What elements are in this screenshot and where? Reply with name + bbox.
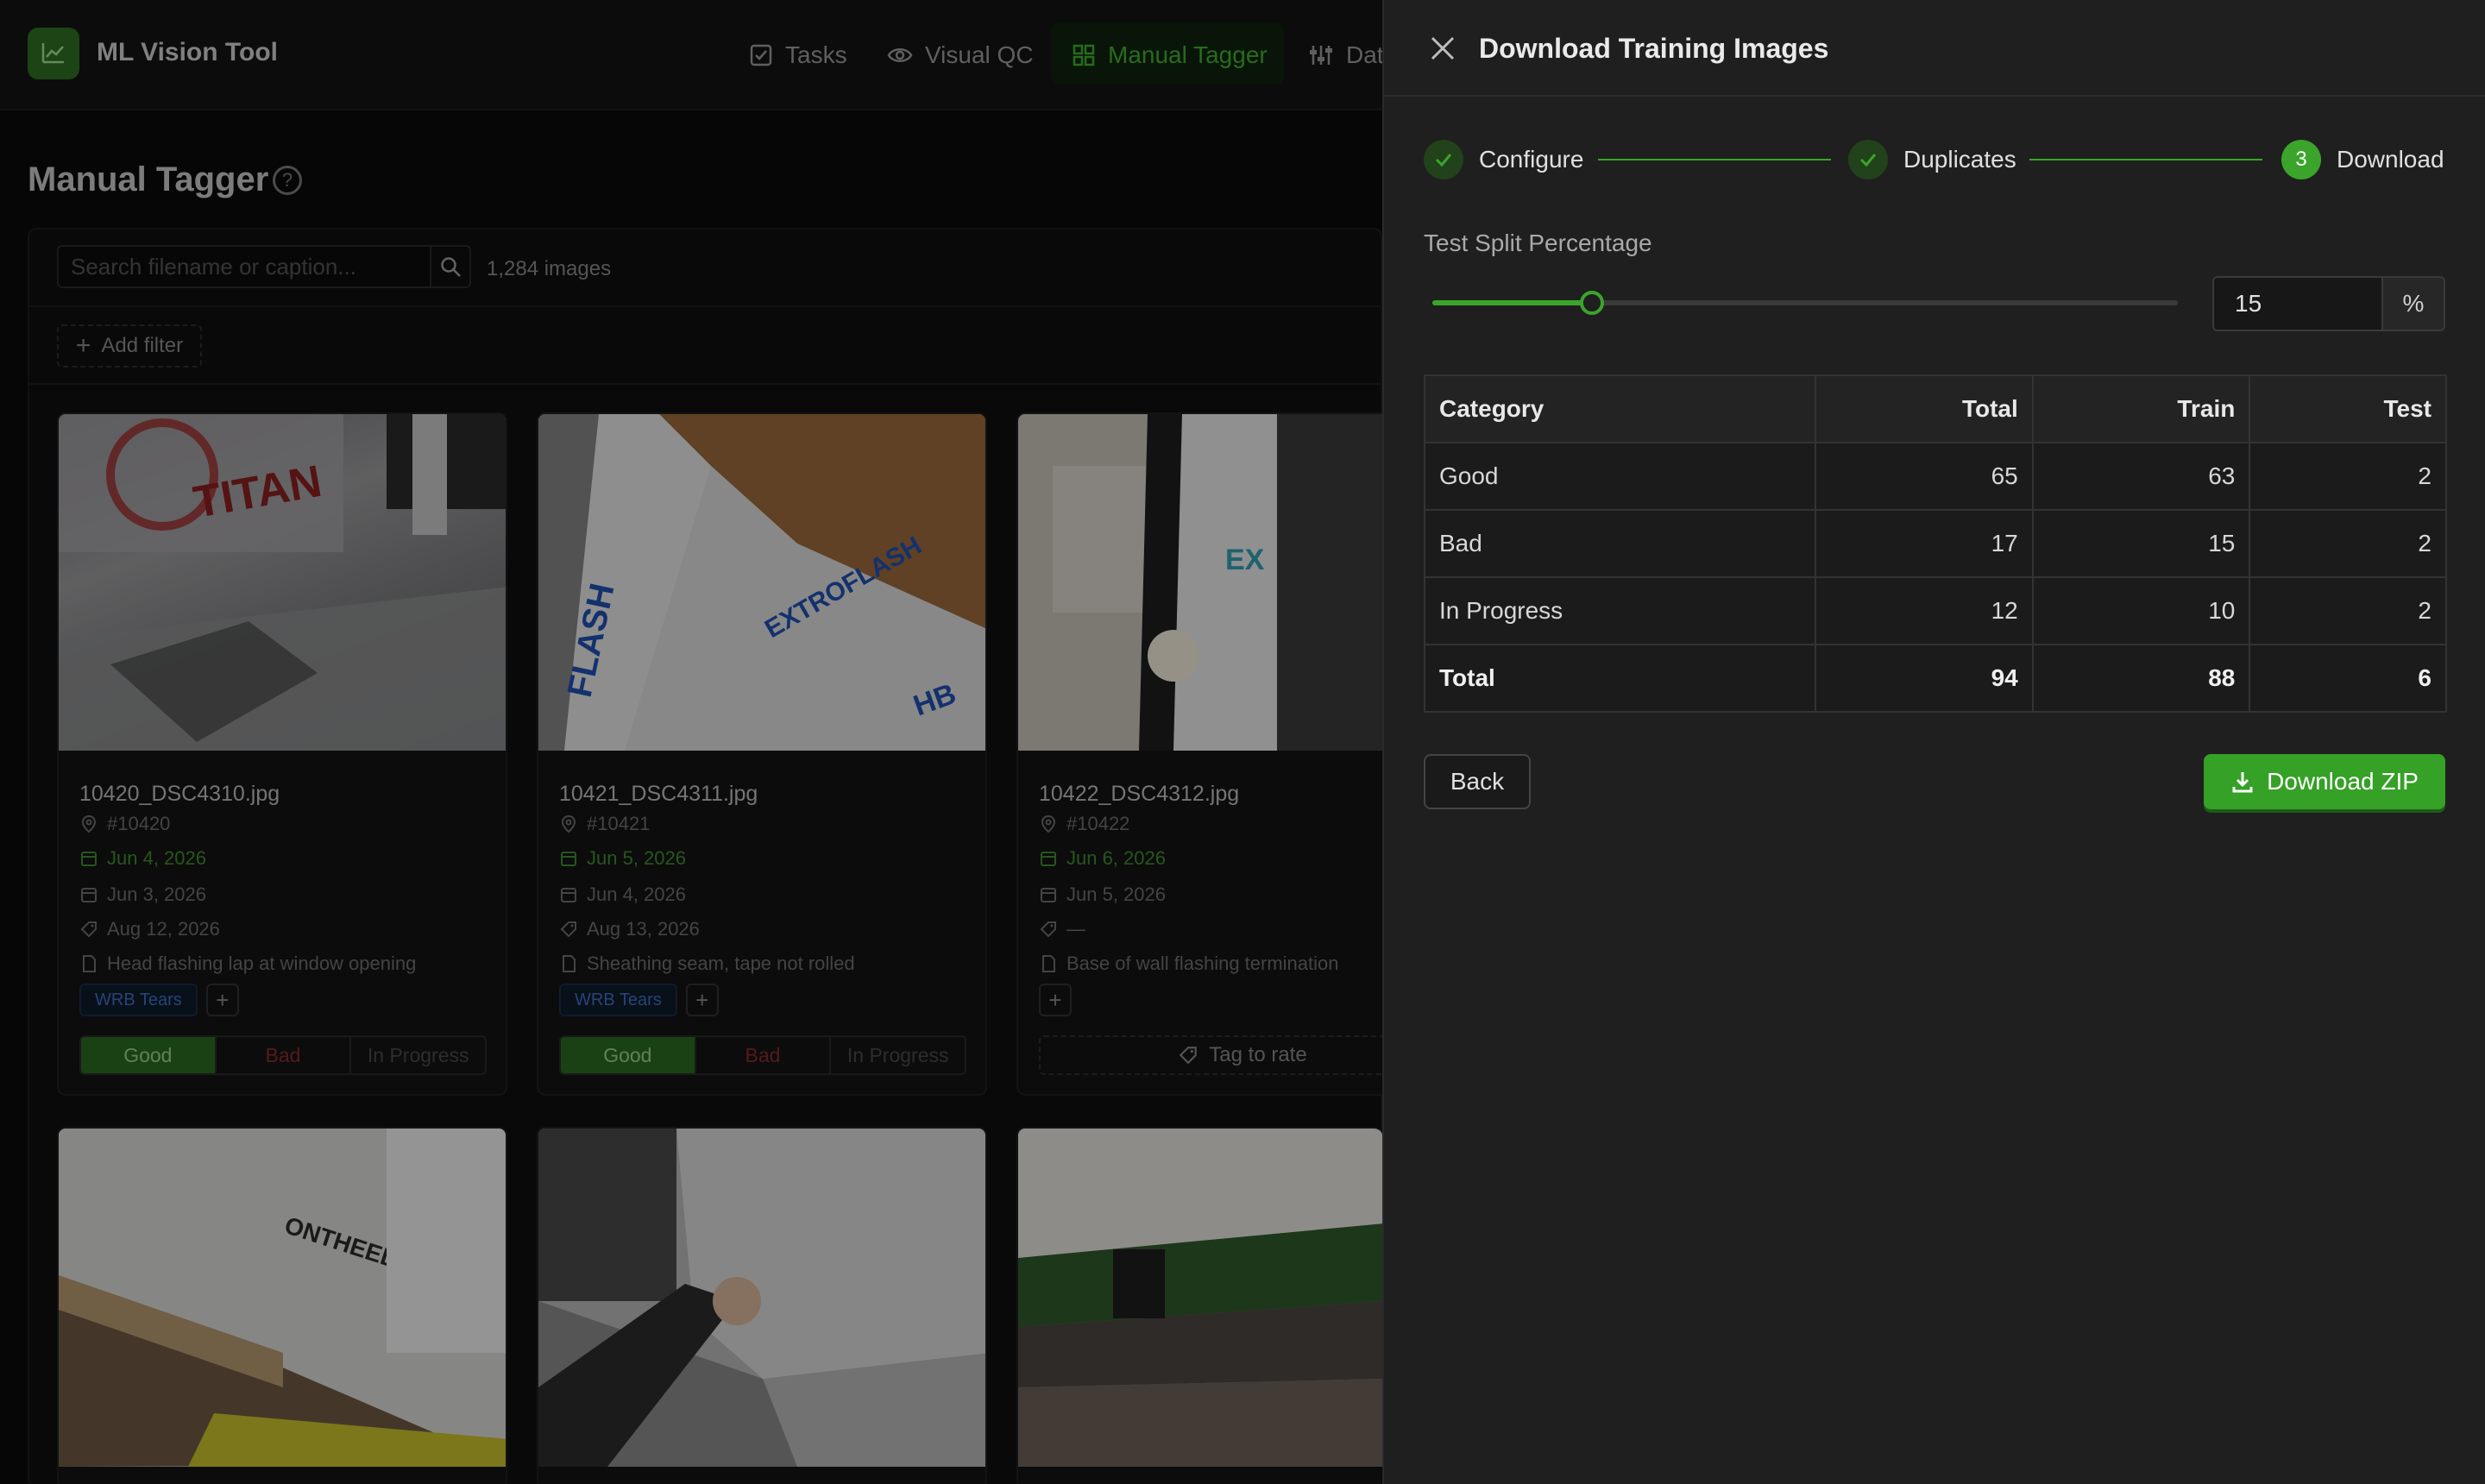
header-train: Train [2031,374,2251,443]
cell-category: Bad [1423,509,1817,578]
step-connector [1598,159,1831,160]
cell-category: Total [1423,644,1817,713]
cell-test: 2 [2249,442,2447,511]
cell-train: 88 [2031,644,2251,713]
download-zip-label: Download ZIP [2267,768,2419,795]
step-download-number: 3 [2281,140,2321,179]
step-connector [2029,159,2262,160]
table-row: Bad 17 15 2 [1423,509,2447,578]
cell-train: 63 [2031,442,2251,511]
split-label: Test Split Percentage [1424,230,1652,256]
close-icon[interactable] [1429,35,1456,62]
header-total: Total [1815,374,2034,443]
download-zip-button[interactable]: Download ZIP [2204,754,2445,809]
header-test: Test [2249,374,2447,443]
cell-total: 65 [1815,442,2034,511]
download-drawer: Download Training Images Configure Dupli… [1382,0,2485,1484]
cell-test: 2 [2249,509,2447,578]
percent-suffix: % [2381,276,2445,331]
split-slider-fill [1432,300,1592,305]
cell-total: 12 [1815,576,2034,645]
cell-category: Good [1423,442,1817,511]
header-category: Category [1423,374,1817,443]
step-duplicates-check-icon [1848,140,1888,179]
download-icon [2232,772,2253,793]
cell-total: 94 [1815,644,2034,713]
cell-category: In Progress [1423,576,1817,645]
modal-backdrop[interactable] [0,0,1382,1484]
cell-test: 6 [2249,644,2447,713]
step-configure-label: Configure [1479,146,1584,173]
cell-test: 2 [2249,576,2447,645]
split-slider-handle[interactable] [1580,291,1604,315]
split-percentage-input[interactable] [2212,276,2383,331]
table-header-row: Category Total Train Test [1423,374,2447,443]
cell-total: 17 [1815,509,2034,578]
back-button[interactable]: Back [1424,754,1531,809]
step-configure-check-icon [1424,140,1463,179]
cell-train: 15 [2031,509,2251,578]
table-row: Good 65 63 2 [1423,442,2447,511]
cell-train: 10 [2031,576,2251,645]
drawer-title: Download Training Images [1479,33,1829,64]
step-duplicates-label: Duplicates [1903,146,2016,173]
split-summary-table: Category Total Train Test Good 65 63 2 B… [1423,374,2447,713]
step-download-label: Download [2337,146,2444,173]
table-row: In Progress 12 10 2 [1423,576,2447,645]
table-total-row: Total 94 88 6 [1423,644,2447,713]
